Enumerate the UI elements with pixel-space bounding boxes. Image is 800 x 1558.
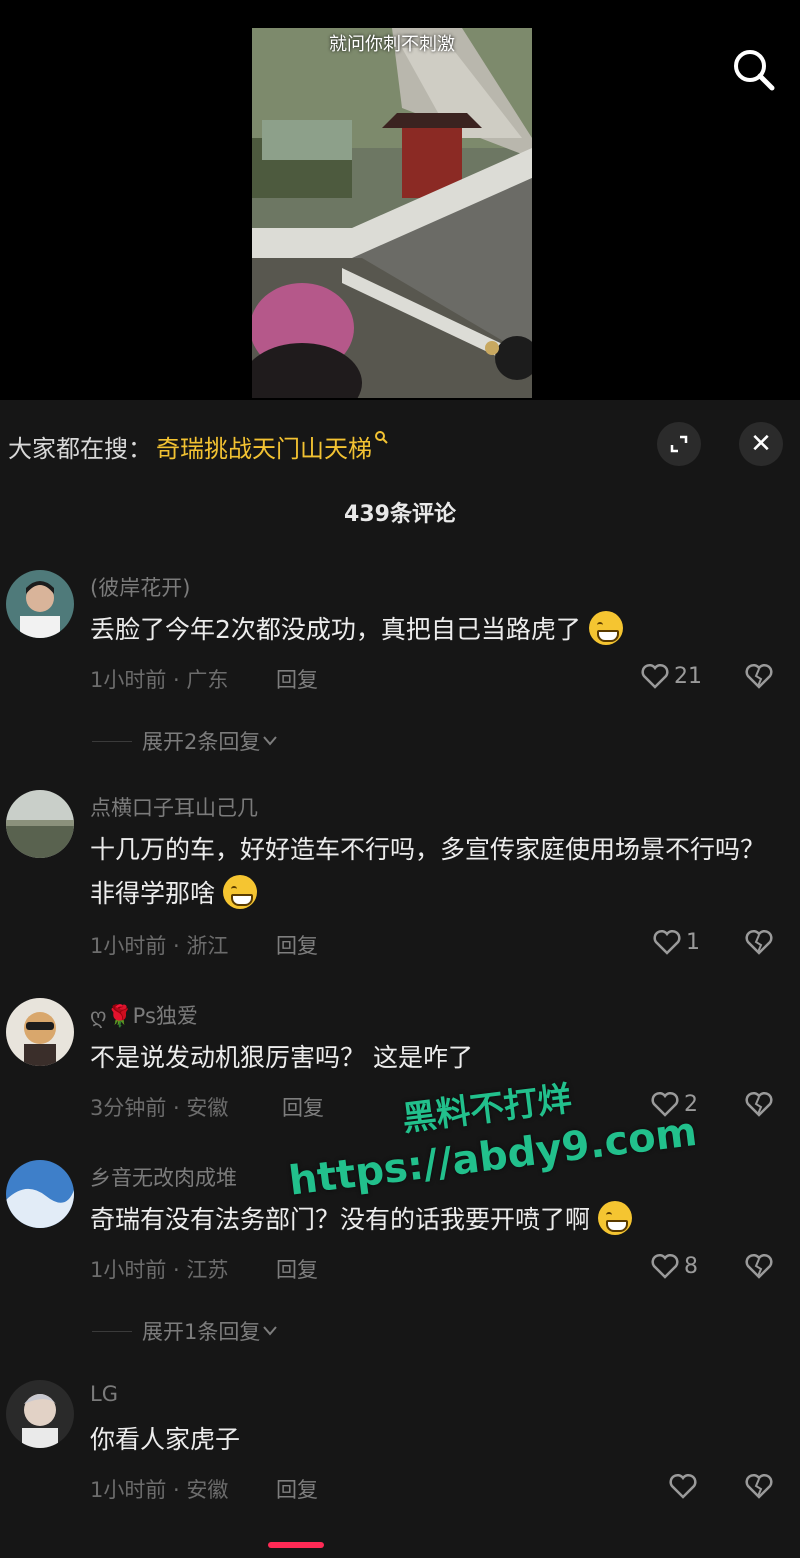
broken-heart-icon bbox=[745, 1091, 773, 1117]
reply-button[interactable]: 回复 bbox=[276, 664, 318, 694]
heart-icon bbox=[653, 929, 681, 955]
comment-time-location: 3分钟前 · 安徽 bbox=[90, 1096, 229, 1120]
like-count: 21 bbox=[674, 663, 702, 689]
comment-username[interactable]: ღ🌹Ps独爱 bbox=[90, 1000, 198, 1030]
comment-username[interactable]: LG bbox=[90, 1382, 118, 1406]
grimacing-emoji bbox=[597, 1201, 632, 1235]
search-icon bbox=[734, 50, 775, 91]
comment-username[interactable]: 点横口子耳山己几 bbox=[90, 792, 258, 822]
dislike-button[interactable] bbox=[744, 928, 774, 960]
comment-text-content: 不是说发动机狠厉害吗？ 这是咋了 bbox=[90, 1043, 473, 1072]
close-icon: ✕ bbox=[750, 429, 772, 459]
crying-laughing-emoji bbox=[588, 611, 623, 645]
expand-replies-button[interactable]: 展开1条回复 bbox=[92, 1316, 280, 1346]
like-count: 8 bbox=[684, 1253, 698, 1279]
comments-panel: 大家都在搜： 奇瑞挑战天门山天梯 ✕ 439条评论 (彼岸花开) 丢脸了今年2次… bbox=[0, 400, 800, 1558]
expand-replies-button[interactable]: 展开2条回复 bbox=[92, 726, 280, 756]
like-button[interactable]: 8 bbox=[650, 1252, 698, 1280]
video-frame[interactable]: 就问你刺不刺激 bbox=[252, 28, 532, 398]
search-small-icon bbox=[374, 429, 388, 448]
heart-icon bbox=[651, 1253, 679, 1279]
expand-icon bbox=[670, 435, 688, 453]
hot-search-prefix: 大家都在搜： bbox=[8, 434, 152, 463]
divider bbox=[92, 740, 132, 742]
comment-username[interactable]: 乡音无改肉成堆 bbox=[90, 1162, 237, 1192]
avatar[interactable] bbox=[6, 1160, 74, 1228]
avatar[interactable] bbox=[6, 570, 74, 638]
grinning-sweat-emoji bbox=[222, 875, 257, 909]
bottom-indicator bbox=[268, 1542, 324, 1548]
hot-search-bar[interactable]: 大家都在搜： 奇瑞挑战天门山天梯 bbox=[8, 426, 388, 466]
dislike-button[interactable] bbox=[744, 1252, 774, 1284]
expand-replies-label: 展开1条回复 bbox=[142, 1320, 261, 1344]
expand-button[interactable] bbox=[657, 422, 701, 466]
reply-button[interactable]: 回复 bbox=[276, 1254, 318, 1284]
like-button[interactable]: 1 bbox=[652, 928, 700, 956]
avatar[interactable] bbox=[6, 1380, 74, 1448]
dislike-button[interactable] bbox=[744, 662, 774, 694]
reply-button[interactable]: 回复 bbox=[276, 930, 318, 960]
search-button[interactable] bbox=[728, 44, 780, 96]
chevron-down-icon bbox=[263, 1326, 278, 1336]
like-button[interactable]: 21 bbox=[640, 662, 702, 690]
like-button[interactable] bbox=[668, 1472, 702, 1500]
comment-text-content: 十几万的车，好好造车不行吗，多宣传家庭使用场景不行吗？非得学那啥 bbox=[90, 835, 766, 908]
hot-search-term[interactable]: 奇瑞挑战天门山天梯 bbox=[156, 429, 372, 464]
comment-time-location: 1小时前 · 江苏 bbox=[90, 1258, 229, 1282]
broken-heart-icon bbox=[745, 663, 773, 689]
comment-text: 丢脸了今年2次都没成功，真把自己当路虎了 bbox=[90, 608, 770, 652]
broken-heart-icon bbox=[745, 929, 773, 955]
comment-text: 你看人家虎子 bbox=[90, 1418, 770, 1462]
comment-text-content: 丢脸了今年2次都没成功，真把自己当路虎了 bbox=[90, 615, 581, 644]
dislike-button[interactable] bbox=[744, 1472, 774, 1504]
dislike-button[interactable] bbox=[744, 1090, 774, 1122]
comment-text: 十几万的车，好好造车不行吗，多宣传家庭使用场景不行吗？非得学那啥 bbox=[90, 828, 770, 916]
comment-time-location: 1小时前 · 广东 bbox=[90, 668, 229, 692]
video-caption: 就问你刺不刺激 bbox=[329, 34, 455, 55]
heart-icon bbox=[669, 1473, 697, 1499]
broken-heart-icon bbox=[745, 1253, 773, 1279]
comment-text-content: 奇瑞有没有法务部门？没有的话我要开喷了啊 bbox=[90, 1205, 591, 1234]
like-count: 1 bbox=[686, 929, 700, 955]
comment-time-location: 1小时前 · 浙江 bbox=[90, 934, 229, 958]
avatar[interactable] bbox=[6, 998, 74, 1066]
divider bbox=[92, 1330, 132, 1332]
video-player[interactable]: 就问你刺不刺激 bbox=[0, 0, 800, 400]
reply-button[interactable]: 回复 bbox=[276, 1474, 318, 1504]
chevron-down-icon bbox=[263, 736, 278, 746]
comment-time-location: 1小时前 · 安徽 bbox=[90, 1478, 229, 1502]
comment-text: 奇瑞有没有法务部门？没有的话我要开喷了啊 bbox=[90, 1198, 770, 1242]
avatar[interactable] bbox=[6, 790, 74, 858]
comment-count: 439条评论 bbox=[344, 502, 456, 527]
heart-icon bbox=[641, 663, 669, 689]
video-still-image bbox=[252, 28, 532, 398]
expand-replies-label: 展开2条回复 bbox=[142, 730, 261, 754]
close-button[interactable]: ✕ bbox=[739, 422, 783, 466]
comment-username[interactable]: (彼岸花开) bbox=[90, 572, 190, 602]
broken-heart-icon bbox=[745, 1473, 773, 1499]
comment-text-content: 你看人家虎子 bbox=[90, 1425, 241, 1454]
